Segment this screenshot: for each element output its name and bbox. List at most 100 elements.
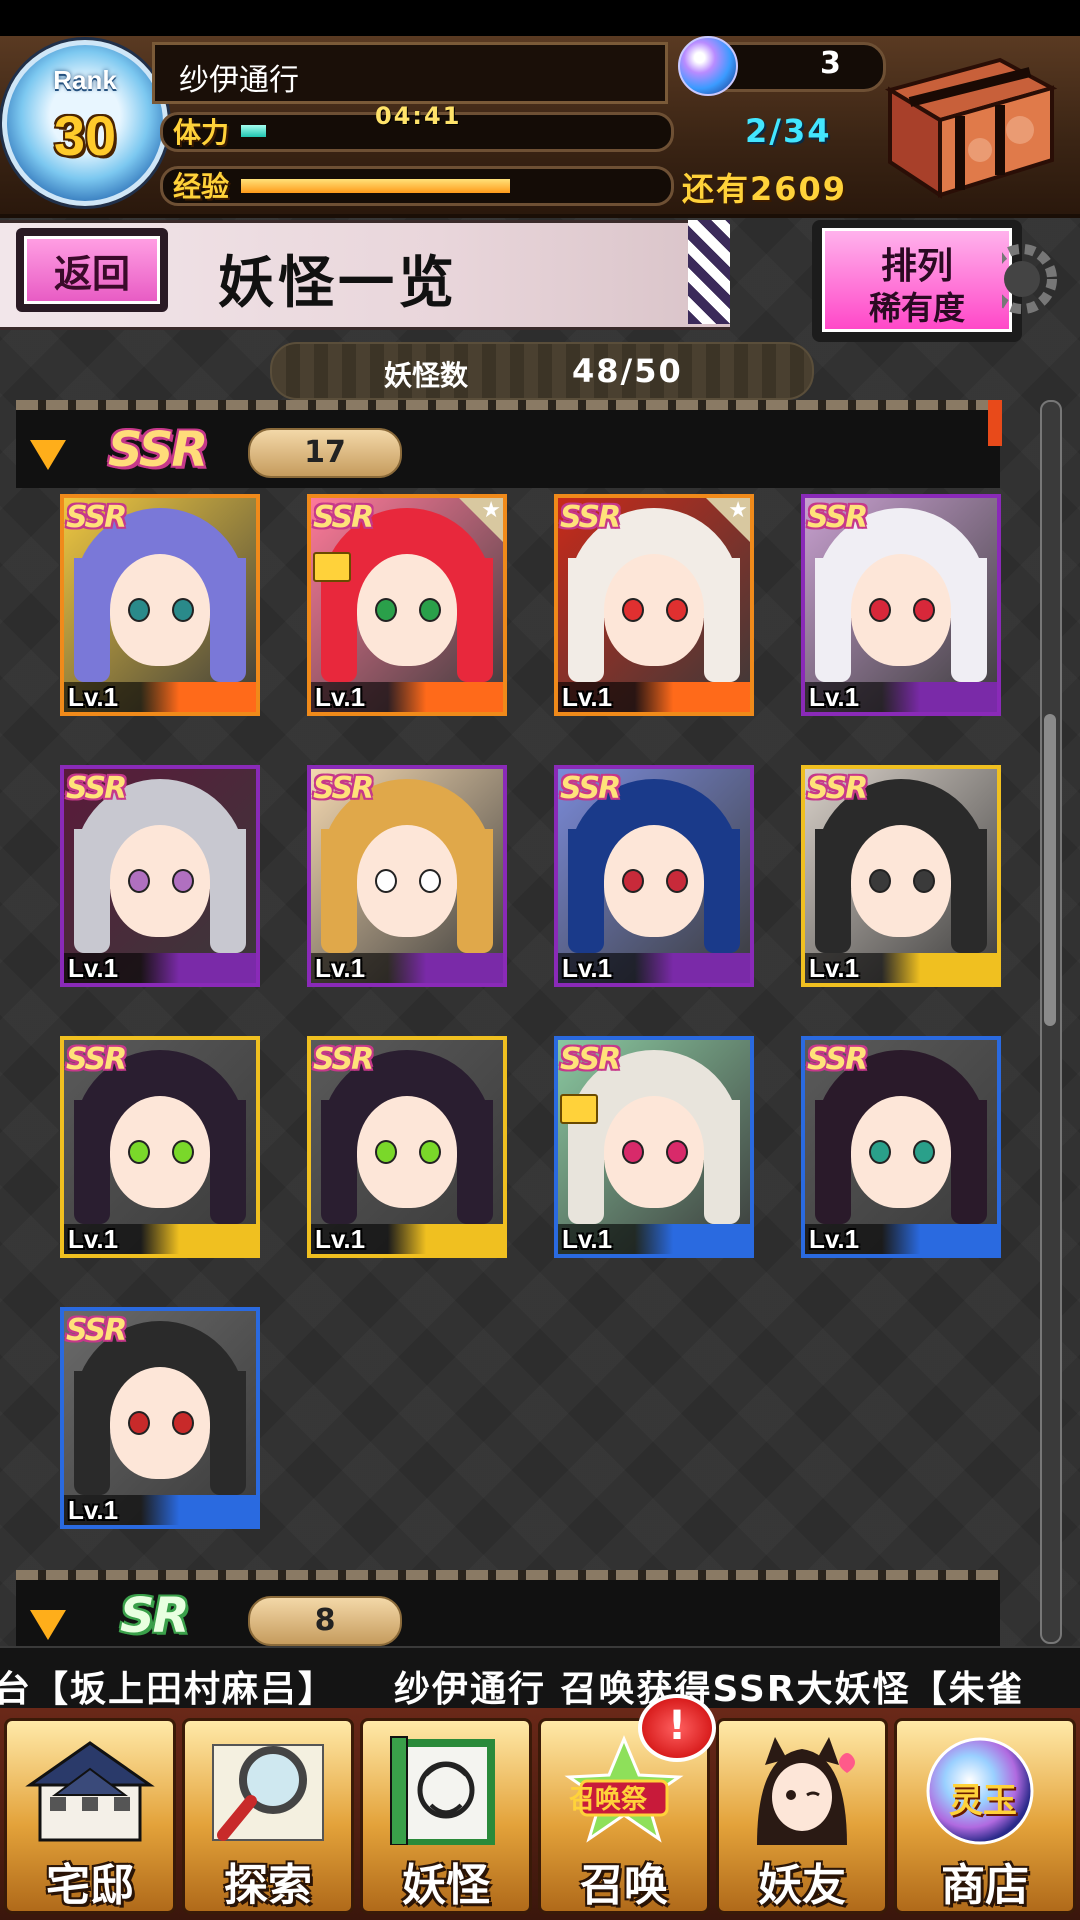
sort-value: 稀有度 bbox=[868, 289, 965, 327]
portrait-eye bbox=[128, 869, 150, 893]
status-bar bbox=[0, 0, 1080, 36]
portrait-hair-side bbox=[210, 829, 246, 953]
youkai-count-bar: 妖怪数 48/50 bbox=[270, 342, 814, 400]
portrait-face bbox=[110, 1096, 210, 1208]
nav-label: 妖怪 bbox=[402, 1860, 490, 1911]
portrait-eye bbox=[622, 869, 644, 893]
portrait-hair-side bbox=[210, 1100, 246, 1224]
youkai-card[interactable]: Lv.1 SSR bbox=[801, 765, 1001, 987]
portrait-eye bbox=[869, 869, 891, 893]
level-label: Lv.1 bbox=[315, 682, 366, 712]
exp-label: 经验 bbox=[173, 170, 230, 203]
portrait-eye bbox=[666, 869, 688, 893]
portrait-face bbox=[357, 1096, 457, 1208]
collapse-arrow-icon bbox=[30, 440, 66, 470]
sort-button[interactable]: 排列 稀有度 bbox=[812, 220, 1022, 342]
nav-mansion[interactable]: 宅邸 bbox=[4, 1718, 176, 1914]
exp-fill bbox=[241, 179, 510, 193]
youkai-card[interactable]: Lv.1 SSR bbox=[307, 1036, 507, 1258]
youkai-card[interactable]: Lv.1 SSR bbox=[801, 1036, 1001, 1258]
youkai-card[interactable]: Lv.1 SSR bbox=[60, 765, 260, 987]
youkai-card[interactable]: Lv.1 SSR ★ bbox=[307, 494, 507, 716]
portrait-eye bbox=[419, 1140, 441, 1164]
portrait-hair-side bbox=[704, 1100, 740, 1224]
portrait-eye bbox=[172, 1411, 194, 1435]
youkai-card[interactable]: Lv.1 SSR bbox=[554, 1036, 754, 1258]
youkai-card[interactable]: Lv.1 SSR bbox=[60, 1036, 260, 1258]
portrait-eye bbox=[913, 598, 935, 622]
portrait-face bbox=[851, 554, 951, 666]
portrait-hair-side bbox=[951, 1100, 987, 1224]
lock-icon bbox=[560, 1094, 598, 1124]
portrait-eye bbox=[419, 869, 441, 893]
portrait-hair-side bbox=[568, 558, 604, 682]
section-edge-mark bbox=[988, 400, 1002, 446]
portrait-face bbox=[851, 1096, 951, 1208]
gear-icon bbox=[1002, 244, 1057, 314]
exp-remaining: 还有2609 bbox=[682, 170, 848, 208]
rarity-tag: SSR bbox=[313, 500, 374, 535]
portrait-eye bbox=[375, 869, 397, 893]
rarity-tag: SSR bbox=[66, 771, 127, 806]
portrait-hair-side bbox=[457, 558, 493, 682]
scrollbar[interactable] bbox=[1040, 400, 1062, 1644]
youkai-card[interactable]: Lv.1 SSR bbox=[60, 1307, 260, 1529]
youkai-card[interactable]: Lv.1 SSR bbox=[554, 765, 754, 987]
section-header-sr[interactable]: SR 8 bbox=[16, 1580, 1000, 1650]
portrait-hair-side bbox=[210, 558, 246, 682]
rarity-tag: SSR bbox=[560, 500, 621, 535]
house-icon bbox=[25, 1741, 155, 1842]
section-header-ssr[interactable]: SSR 17 bbox=[16, 410, 1000, 488]
portrait-eye bbox=[622, 598, 644, 622]
portrait-hair-side bbox=[74, 558, 110, 682]
nav-label: 妖友 bbox=[758, 1860, 846, 1911]
back-button[interactable]: 返回 bbox=[16, 228, 168, 312]
orb-count: 3 bbox=[820, 46, 841, 81]
nav-explore[interactable]: 探索 bbox=[182, 1718, 354, 1914]
youkai-count-label: 妖怪数 bbox=[384, 359, 469, 392]
level-label: Lv.1 bbox=[562, 953, 613, 983]
rank-number: 30 bbox=[53, 104, 117, 167]
nav-label: 召唤 bbox=[580, 1860, 668, 1911]
news-ticker: 台【坂上田村麻吕】 纱伊通行 召唤获得SSR大妖怪【朱雀 bbox=[0, 1646, 1080, 1712]
portrait-eye bbox=[172, 1140, 194, 1164]
nav-shop[interactable]: 灵玉 商店 bbox=[894, 1718, 1076, 1914]
portrait-eye bbox=[913, 1140, 935, 1164]
rarity-tag: SSR bbox=[66, 1313, 127, 1348]
portrait-hair-side bbox=[74, 1371, 110, 1495]
level-label: Lv.1 bbox=[562, 1224, 613, 1254]
youkai-card[interactable]: Lv.1 SSR bbox=[801, 494, 1001, 716]
star-icon: ★ bbox=[481, 498, 501, 523]
ticker-text: 台【坂上田村麻吕】 纱伊通行 召唤获得SSR大妖怪【朱雀 bbox=[0, 1669, 1025, 1710]
scroll-icon bbox=[390, 1736, 495, 1845]
youkai-card[interactable]: Lv.1 SSR bbox=[307, 765, 507, 987]
stamina-fill bbox=[241, 125, 266, 137]
level-label: Lv.1 bbox=[315, 953, 366, 983]
portrait-eye bbox=[666, 1140, 688, 1164]
rank-label: Rank bbox=[53, 65, 117, 95]
rarity-tag: SSR bbox=[313, 1042, 374, 1077]
portrait-hair-side bbox=[815, 558, 851, 682]
rank-badge[interactable]: Rank 30 bbox=[2, 40, 168, 206]
treasure-chest-icon[interactable] bbox=[880, 50, 1060, 205]
portrait-hair-side bbox=[704, 829, 740, 953]
portrait-hair-side bbox=[457, 829, 493, 953]
rarity-tag: SSR bbox=[66, 1042, 127, 1077]
portrait-eye bbox=[666, 598, 688, 622]
spirit-orb-label: 灵玉 bbox=[949, 1781, 1017, 1821]
level-label: Lv.1 bbox=[68, 1495, 119, 1525]
scrollbar-thumb[interactable] bbox=[1044, 714, 1056, 1026]
rarity-tag: SSR bbox=[560, 1042, 621, 1077]
youkai-card[interactable]: Lv.1 SSR ★ bbox=[554, 494, 754, 716]
nav-friends[interactable]: 妖友 bbox=[716, 1718, 888, 1914]
portrait-hair-side bbox=[951, 829, 987, 953]
portrait-face bbox=[110, 825, 210, 937]
portrait-face bbox=[604, 825, 704, 937]
collapse-arrow-icon bbox=[30, 1610, 66, 1640]
youkai-card[interactable]: Lv.1 SSR bbox=[60, 494, 260, 716]
level-label: Lv.1 bbox=[809, 953, 860, 983]
star-icon: ★ bbox=[728, 498, 748, 523]
portrait-eye bbox=[172, 598, 194, 622]
nav-youkai[interactable]: 妖怪 bbox=[360, 1718, 532, 1914]
portrait-face bbox=[110, 1367, 210, 1479]
